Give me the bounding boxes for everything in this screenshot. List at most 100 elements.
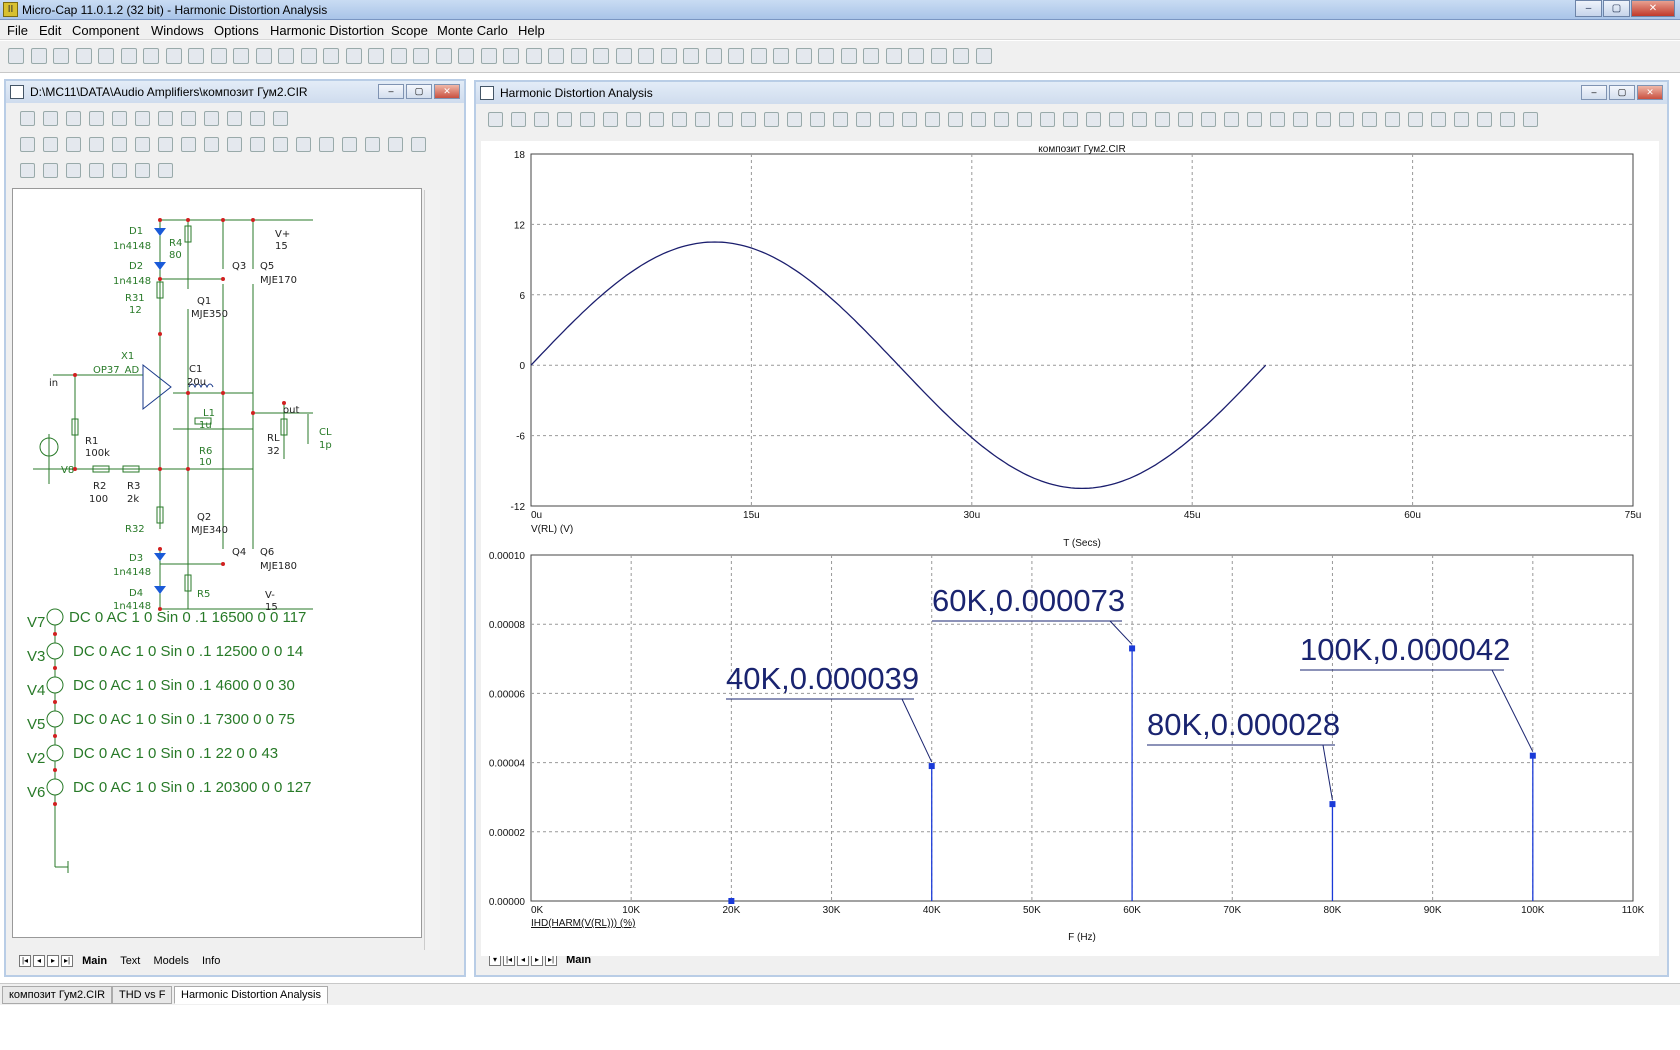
analysis-minimize-button[interactable]: – [1581, 85, 1607, 100]
main-tool-4-icon[interactable] [75, 48, 92, 64]
analysis-tool-39-icon[interactable] [1362, 112, 1377, 127]
schematic-row2-tool-18-icon[interactable] [411, 137, 426, 152]
analysis-tool-6-icon[interactable] [603, 112, 618, 127]
main-tool-16-icon[interactable] [345, 48, 362, 64]
analysis-tool-38-icon[interactable] [1339, 112, 1354, 127]
analysis-tool-18-icon[interactable] [879, 112, 894, 127]
main-tool-19-icon[interactable] [413, 48, 429, 64]
schematic-maximize-button[interactable]: ▢ [406, 84, 432, 99]
plot-area[interactable]: 0u 15u 30u 45u 60u 75u 18 12 6 0 -6 -12 композит Гум… [481, 141, 1659, 956]
schematic-row1-tool-12-icon[interactable] [273, 111, 288, 126]
main-tool-35-icon[interactable] [773, 48, 789, 64]
analysis-tool-15-icon[interactable] [810, 112, 825, 127]
main-tool-39-icon[interactable] [863, 48, 879, 64]
schematic-row1-tool-1-icon[interactable] [20, 111, 35, 126]
schematic-row1-tool-6-icon[interactable] [135, 111, 150, 126]
schematic-row1-tool-9-icon[interactable] [204, 111, 219, 126]
analysis-tool-12-icon[interactable] [741, 112, 756, 127]
main-tool-29-icon[interactable] [638, 48, 654, 64]
schematic-row2-tool-12-icon[interactable] [273, 137, 288, 152]
analysis-tool-40-icon[interactable] [1385, 112, 1400, 127]
main-tool-3-icon[interactable] [53, 48, 69, 64]
analysis-tool-2-icon[interactable] [511, 112, 526, 127]
schematic-row1-tool-7-icon[interactable] [158, 111, 173, 126]
analysis-tool-16-icon[interactable] [833, 112, 848, 127]
analysis-maximize-button[interactable]: ▢ [1609, 85, 1635, 100]
analysis-tool-28-icon[interactable] [1109, 112, 1124, 127]
main-tool-41-icon[interactable] [908, 48, 924, 64]
tab-info[interactable]: Info [197, 953, 225, 969]
schematic-row2-tool-13-icon[interactable] [296, 137, 311, 152]
harmonic-point[interactable] [728, 898, 735, 904]
doc-tab-harmonic-distortion[interactable]: Harmonic Distortion Analysis [174, 986, 328, 1004]
schematic-row2-tool-14-icon[interactable] [319, 137, 334, 152]
schematic-row1-tool-8-icon[interactable] [181, 111, 196, 126]
main-tool-37-icon[interactable] [818, 48, 834, 64]
main-tool-6-icon[interactable] [120, 48, 137, 64]
analysis-tool-7-icon[interactable] [626, 112, 641, 127]
main-tool-32-icon[interactable] [705, 48, 722, 64]
minimize-button[interactable]: – [1575, 0, 1602, 17]
source-symbol[interactable] [46, 710, 64, 728]
main-tool-9-icon[interactable] [188, 48, 204, 64]
main-tool-10-icon[interactable] [210, 48, 227, 64]
schematic-row2-tool-16-icon[interactable] [365, 137, 380, 152]
schematic-row2-tool-5-icon[interactable] [112, 137, 127, 152]
schematic-row2-tool-8-icon[interactable] [181, 137, 196, 152]
analysis-tool-24-icon[interactable] [1017, 112, 1032, 127]
menu-file[interactable]: File [7, 23, 28, 38]
analysis-tool-5-icon[interactable] [580, 112, 595, 127]
main-tool-31-icon[interactable] [683, 48, 699, 64]
analysis-tool-26-icon[interactable] [1063, 112, 1078, 127]
analysis-close-button[interactable]: ✕ [1637, 85, 1663, 100]
analysis-tool-11-icon[interactable] [718, 112, 733, 127]
analysis-tool-37-icon[interactable] [1316, 112, 1331, 127]
main-tool-33-icon[interactable] [728, 48, 744, 64]
main-tool-22-icon[interactable] [480, 48, 497, 64]
analysis-tool-44-icon[interactable] [1477, 112, 1492, 127]
analysis-tool-17-icon[interactable] [856, 112, 871, 127]
analysis-tool-19-icon[interactable] [902, 112, 917, 127]
schematic-row1-tool-4-icon[interactable] [89, 111, 104, 126]
main-tool-44-icon[interactable] [975, 48, 992, 64]
main-tool-2-icon[interactable] [30, 48, 47, 64]
schematic-row1-tool-3-icon[interactable] [66, 111, 81, 126]
main-tool-15-icon[interactable] [323, 48, 339, 64]
tab-text[interactable]: Text [115, 953, 145, 969]
analysis-tool-9-icon[interactable] [672, 112, 687, 127]
main-tool-8-icon[interactable] [165, 48, 182, 64]
close-button[interactable]: ✕ [1631, 0, 1675, 17]
analysis-tool-43-icon[interactable] [1454, 112, 1469, 127]
analysis-tool-30-icon[interactable] [1155, 112, 1170, 127]
menu-help[interactable]: Help [518, 23, 545, 38]
analysis-tool-23-icon[interactable] [994, 112, 1009, 127]
schematic-minimize-button[interactable]: – [378, 84, 404, 99]
main-tool-5-icon[interactable] [98, 48, 114, 64]
menu-windows[interactable]: Windows [151, 23, 204, 38]
next-page-button[interactable]: ▸ [47, 955, 59, 967]
schematic-row2-tool-10-icon[interactable] [227, 137, 242, 152]
main-tool-38-icon[interactable] [840, 48, 857, 64]
schematic-row3-tool-7-icon[interactable] [158, 163, 173, 178]
analysis-tool-3-icon[interactable] [534, 112, 549, 127]
analysis-tool-8-icon[interactable] [649, 112, 664, 127]
source-symbol[interactable] [46, 778, 64, 796]
main-tool-11-icon[interactable] [233, 48, 249, 64]
main-tool-30-icon[interactable] [660, 48, 677, 64]
analysis-tool-36-icon[interactable] [1293, 112, 1308, 127]
main-tool-24-icon[interactable] [525, 48, 542, 64]
menu-scope[interactable]: Scope [391, 23, 428, 38]
schematic-row3-tool-4-icon[interactable] [89, 163, 104, 178]
analysis-tool-10-icon[interactable] [695, 112, 710, 127]
schematic-row3-tool-2-icon[interactable] [43, 163, 58, 178]
doc-tab-schematic[interactable]: композит Гум2.CIR [2, 986, 113, 1004]
schematic-row1-tool-5-icon[interactable] [112, 111, 127, 126]
analysis-tool-1-icon[interactable] [488, 112, 503, 127]
prev-page-button[interactable]: ◂ [33, 955, 45, 967]
analysis-tool-14-icon[interactable] [787, 112, 802, 127]
main-tool-12-icon[interactable] [255, 48, 272, 64]
schematic-close-button[interactable]: ✕ [434, 84, 460, 99]
schematic-row2-tool-11-icon[interactable] [250, 137, 265, 152]
analysis-tool-22-icon[interactable] [971, 112, 986, 127]
source-symbol[interactable] [46, 608, 64, 626]
